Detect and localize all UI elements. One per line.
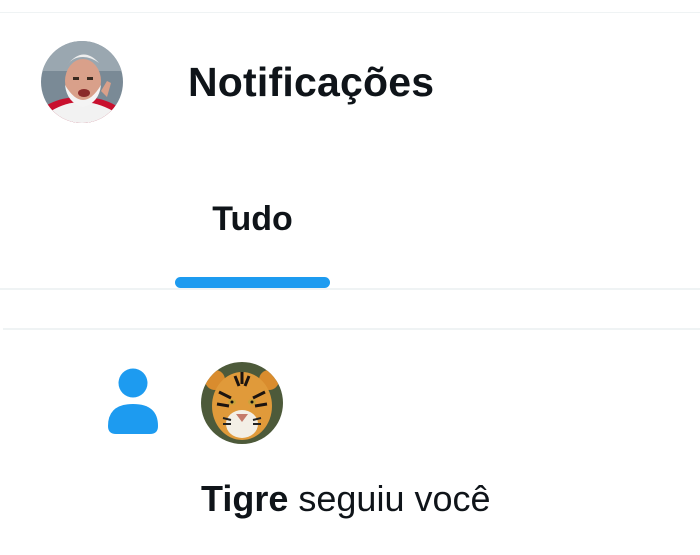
notification-text: Tigre seguiu você <box>201 477 491 521</box>
tab-label: Tudo <box>212 200 293 238</box>
page-title: Notificações <box>188 59 435 105</box>
follower-avatar[interactable] <box>201 362 283 444</box>
tiger-avatar-image <box>201 362 283 444</box>
follower-name[interactable]: Tigre <box>201 478 288 519</box>
tab-active-indicator <box>175 277 330 288</box>
notification-item-follow[interactable]: Tigre seguiu você <box>0 331 700 555</box>
section-divider <box>3 328 700 330</box>
person-icon <box>106 368 160 434</box>
profile-avatar[interactable] <box>41 41 123 123</box>
tab-tudo[interactable]: Tudo <box>175 180 330 289</box>
tabs-divider <box>0 288 700 290</box>
santa-avatar-image <box>41 41 123 123</box>
top-divider <box>0 12 700 13</box>
notification-action: seguiu você <box>288 478 491 519</box>
